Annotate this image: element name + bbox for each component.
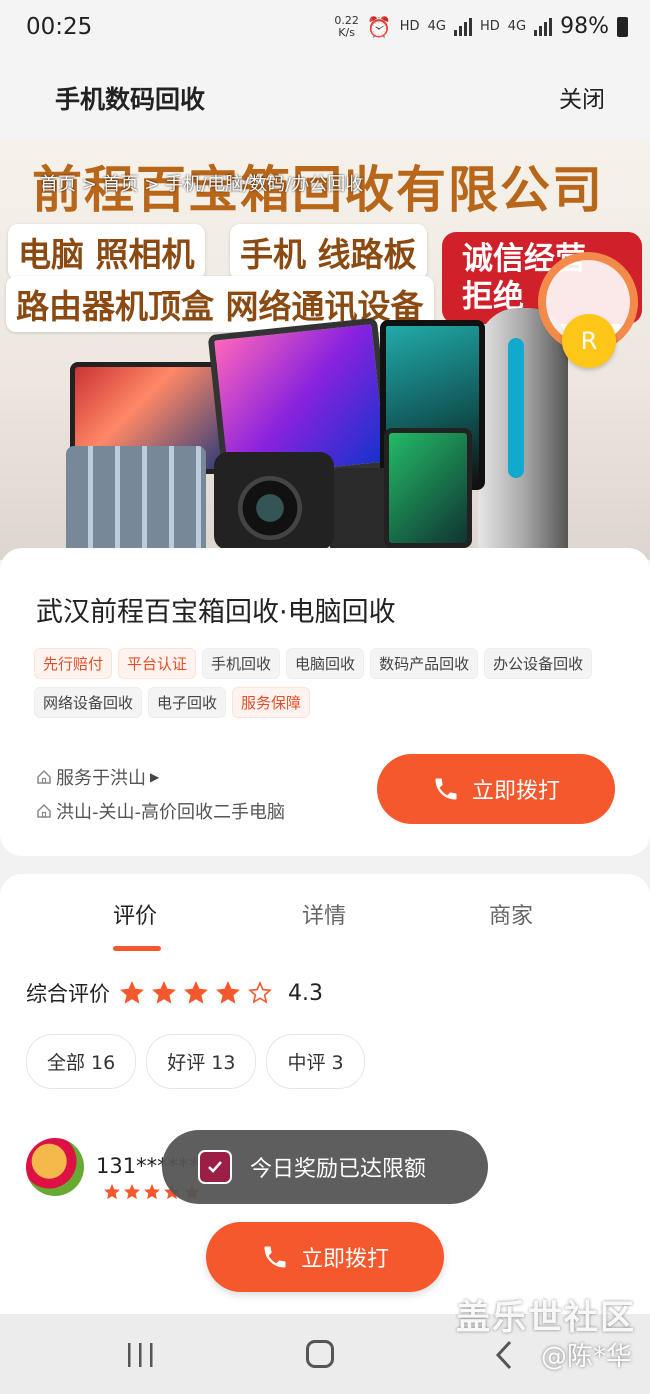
recent-apps-icon[interactable] [126,1342,156,1368]
star-filled-icon [184,981,208,1004]
active-tab-indicator [113,946,161,951]
shop-info-card: 武汉前程百宝箱回收·电脑回收 先行赔付 平台认证 手机回收 电脑回收 数码产品回… [0,548,650,856]
hd-label-2: HD [479,19,500,34]
watermark-handle: @陈*华 [540,1342,632,1372]
home-button-icon[interactable] [306,1340,334,1368]
battery-level: 98% [560,14,609,39]
phone-icon [264,1246,286,1268]
rating-score: 4.3 [288,980,323,1006]
home-icon [37,769,51,784]
back-icon[interactable] [494,1340,514,1370]
status-time: 00:25 [26,14,93,40]
reward-check-icon [198,1150,232,1184]
network-speed: 0.22 K/s [334,13,359,39]
shop-banner-image: 前程百宝箱回收有限公司 首页 > 首页 > 手机/电脑/数码/办公回收 电脑 照… [0,140,650,560]
tab-merchant[interactable]: 商家 [489,898,533,930]
status-icons: 0.22 K/s ⏰ HD 4G HD 4G 98% [334,14,628,39]
home-icon [37,803,51,818]
phone-icon [435,778,457,800]
overall-rating-label: 综合评价 [26,982,110,1006]
service-area-text: 服务于洪山 [56,768,146,789]
tag-certified: 平台认证 [118,648,197,679]
star-filled-icon [152,981,176,1004]
star-filled-icon [144,1184,160,1200]
tag-network-recycle: 网络设备回收 [34,687,143,718]
star-filled-icon [104,1184,120,1200]
address-text: 洪山-关山-高价回收二手电脑 [56,802,285,823]
speed-value: 0.22 [334,13,359,27]
tag-electronic-recycle: 电子回收 [148,687,227,718]
filter-neutral[interactable]: 中评 3 [266,1034,365,1089]
floating-call-button[interactable]: 立即拨打 [206,1222,444,1292]
tag-office-recycle: 办公设备回收 [484,648,593,679]
toast-notification: 今日奖励已达限额 [162,1130,488,1204]
floating-call-label: 立即拨打 [300,1247,389,1272]
battery-icon [617,16,628,37]
shop-title: 武汉前程百宝箱回收·电脑回收 [36,597,396,628]
tab-details[interactable]: 详情 [302,898,346,930]
reward-coin-icon[interactable]: R [562,314,616,368]
tab-reviews[interactable]: 评价 [113,898,157,930]
pc-tower-image [478,308,568,558]
tablet-small-image [384,428,472,548]
caret-right-icon: ▶ [150,770,160,784]
banner-pill-computer-camera: 电脑 照相机 [8,224,205,280]
tag-prepay: 先行赔付 [34,648,113,679]
phones-image [66,446,206,558]
star-empty-icon [248,981,272,1004]
overall-rating: 综合评价 4.3 [26,978,323,1008]
close-button[interactable]: 关闭 [559,80,605,114]
avatar [26,1138,84,1196]
hd-label-1: HD [399,19,420,34]
rating-stars [120,981,272,1005]
signal-icon-1 [453,17,472,36]
watermark-site: 盖乐世社区 [456,1298,636,1338]
tag-computer-recycle: 电脑回收 [286,648,365,679]
filter-positive[interactable]: 好评 13 [146,1034,257,1089]
camera-image [214,452,334,550]
network-type-1: 4G [427,19,446,34]
network-type-2: 4G [507,19,527,34]
tag-digital-recycle: 数码产品回收 [370,648,479,679]
signal-icon-2 [534,17,553,36]
toast-message: 今日奖励已达限额 [250,1157,427,1182]
breadcrumb: 首页 > 首页 > 手机/电脑/数码/办公回收 [40,174,364,195]
shop-tags: 先行赔付 平台认证 手机回收 电脑回收 数码产品回收 办公设备回收 网络设备回收… [34,648,624,718]
app-header: 手机数码回收 关闭 [0,60,650,140]
alarm-icon: ⏰ [366,14,392,39]
tag-phone-recycle: 手机回收 [202,648,281,679]
star-filled-icon [216,981,240,1004]
star-filled-icon [124,1184,140,1200]
star-filled-icon [120,981,144,1004]
speed-unit: K/s [338,25,355,39]
tag-service-guarantee: 服务保障 [232,687,311,718]
status-bar: 00:25 0.22 K/s ⏰ HD 4G HD 4G 98% [0,0,650,60]
shop-address: 洪山-关山-高价回收二手电脑 [36,798,285,824]
service-area-link[interactable]: 服务于洪山 ▶ [36,764,159,790]
page-title: 手机数码回收 [55,85,206,114]
call-now-label: 立即拨打 [471,779,560,804]
banner-pill-phone-board: 手机 线路板 [230,224,427,280]
call-now-button[interactable]: 立即拨打 [377,754,615,824]
review-filters: 全部 16 好评 13 中评 3 [26,1034,365,1089]
filter-all[interactable]: 全部 16 [26,1034,137,1089]
